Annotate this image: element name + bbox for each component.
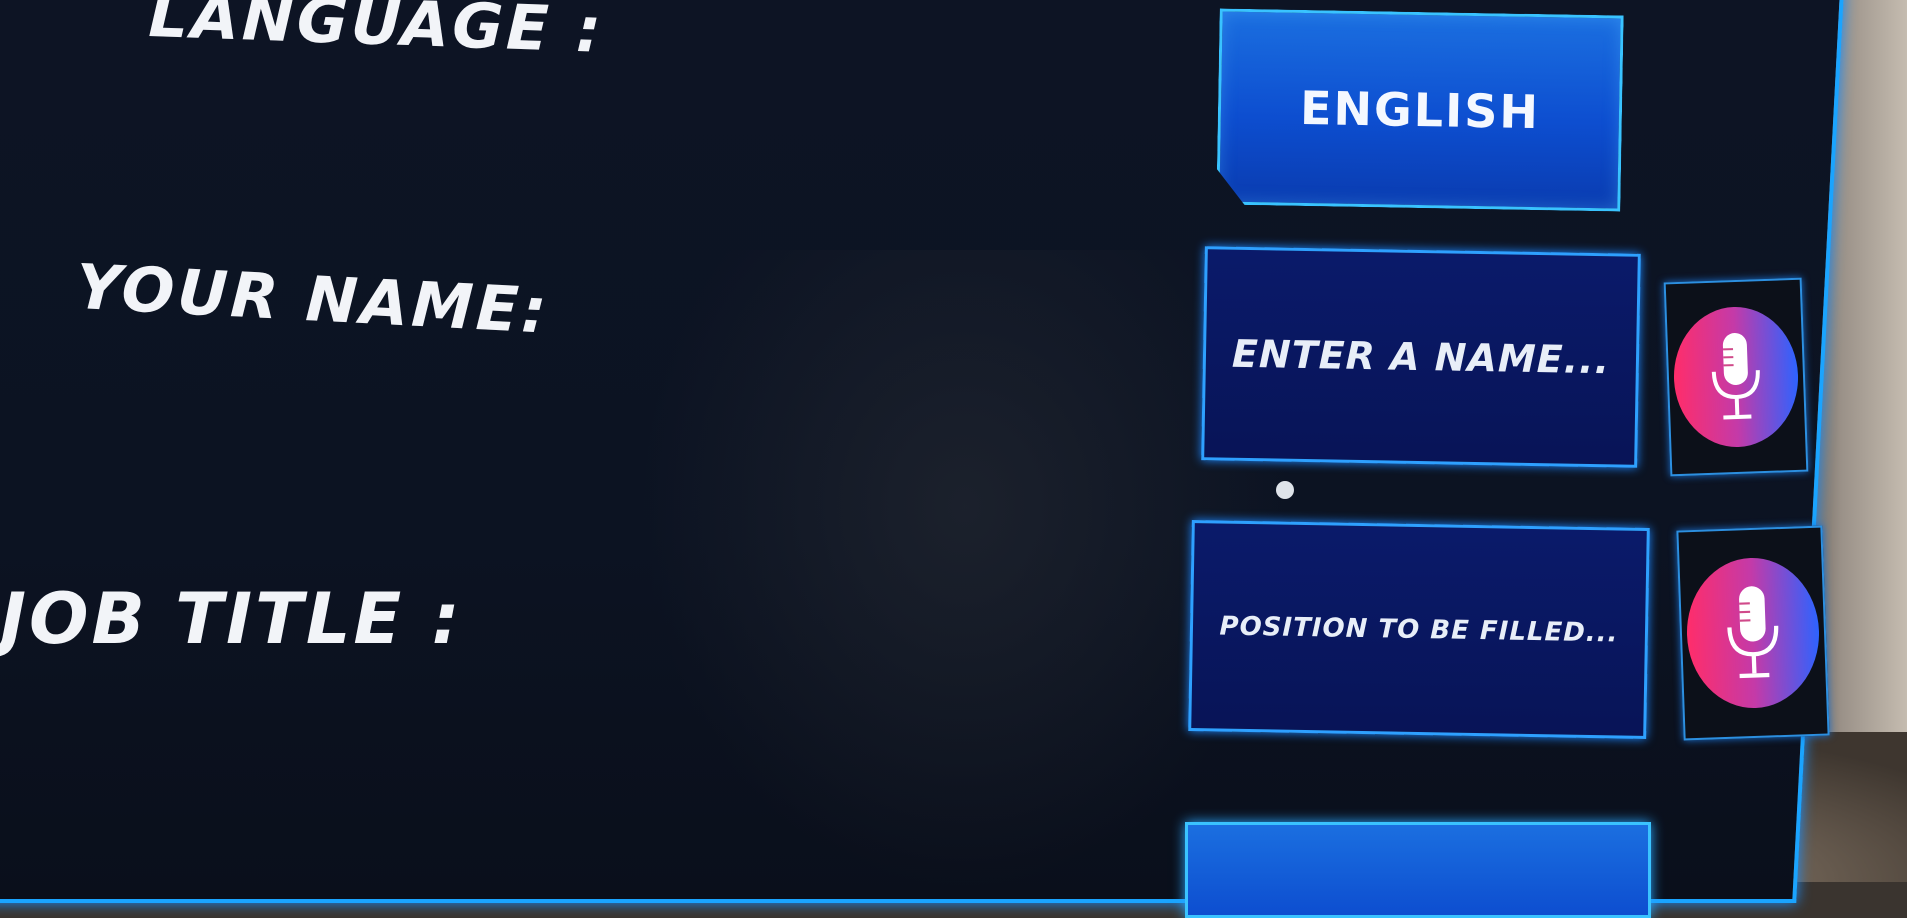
language-select-button[interactable]: ENGLISH [1216,8,1623,211]
job-title-input[interactable]: POSITION TO BE FILLED... [1188,520,1650,739]
job-title-voice-input-button[interactable] [1676,526,1829,741]
job-title-label: JOB TITLE : [0,578,463,660]
job-title-input-placeholder: POSITION TO BE FILLED... [1219,611,1618,648]
microphone-icon [1672,305,1801,449]
submit-button[interactable] [1185,822,1651,918]
language-button-label: ENGLISH [1300,81,1541,139]
pointer-cursor-dot [1276,481,1294,499]
name-voice-input-button[interactable] [1664,278,1809,477]
name-input[interactable]: ENTER A NAME... [1201,246,1641,468]
microphone-icon [1684,556,1821,711]
name-input-placeholder: ENTER A NAME... [1232,332,1611,383]
